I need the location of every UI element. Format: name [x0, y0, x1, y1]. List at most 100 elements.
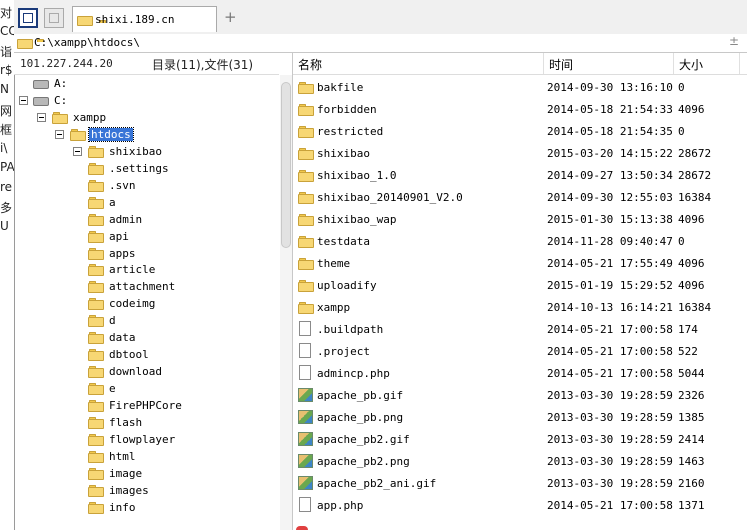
- strip-glyph: r$: [0, 62, 13, 77]
- file-size: 16384: [678, 191, 712, 204]
- tree-node[interactable]: flash: [14, 415, 279, 432]
- collapse-toggle-icon[interactable]: [55, 129, 64, 139]
- tree-node[interactable]: d: [14, 313, 279, 330]
- file-row[interactable]: shixibao_20140901_V2.0 2014-09-30 12:55:0…: [293, 186, 747, 208]
- file-row[interactable]: xampp 2014-10-13 16:14:21 16384: [293, 296, 747, 318]
- file-time: 2014-09-30 13:16:10: [547, 81, 673, 94]
- tree-node[interactable]: api: [14, 229, 279, 246]
- tree-node[interactable]: .settings: [14, 161, 279, 178]
- tree-node[interactable]: a: [14, 195, 279, 212]
- file-icon: [299, 343, 311, 358]
- image-file-icon: [298, 432, 313, 446]
- left-pane-header: 101.227.244.20 目录(11),文件(31): [14, 53, 279, 75]
- tree-node-label: a: [109, 195, 116, 209]
- grid-icon: [49, 13, 59, 23]
- tree-node[interactable]: dbtool: [14, 347, 279, 364]
- folder-icon: [88, 179, 104, 192]
- image-file-icon: [298, 476, 313, 490]
- tree-node[interactable]: FirePHPCore: [14, 398, 279, 415]
- file-row[interactable]: .buildpath 2014-05-21 17:00:58 174: [293, 318, 747, 340]
- tree-node-label: .settings: [109, 161, 169, 175]
- tree-node[interactable]: htdocs: [14, 126, 279, 144]
- collapse-toggle-icon[interactable]: [19, 95, 28, 105]
- file-name: apache_pb2.gif: [317, 433, 410, 446]
- tree-node[interactable]: attachment: [14, 279, 279, 296]
- folder-icon: [70, 128, 86, 141]
- file-row[interactable]: testdata 2014-11-28 09:40:47 0: [293, 230, 747, 252]
- view-toggle-button[interactable]: [44, 8, 64, 28]
- tree-node[interactable]: flowplayer: [14, 432, 279, 449]
- file-time: 2013-03-30 19:28:59: [547, 411, 673, 424]
- tree-node[interactable]: image: [14, 466, 279, 483]
- folder-icon: [298, 258, 314, 270]
- tree-node-label: api: [109, 229, 129, 243]
- tree-node[interactable]: images: [14, 483, 279, 500]
- collapse-toggle-icon[interactable]: [73, 146, 82, 156]
- folder-icon: [298, 302, 314, 314]
- file-name: admincp.php: [317, 367, 390, 380]
- column-name[interactable]: 名称: [298, 56, 322, 73]
- file-row[interactable]: forbidden 2014-05-18 21:54:33 4096: [293, 98, 747, 120]
- file-time: 2014-09-27 13:50:34: [547, 169, 673, 182]
- tree-node[interactable]: xampp: [14, 110, 279, 127]
- file-row[interactable]: uploadify 2015-01-19 15:29:52 4096: [293, 274, 747, 296]
- folder-icon: [298, 148, 314, 160]
- folder-icon: [17, 37, 44, 49]
- folder-icon: [88, 162, 104, 175]
- tree-scrollbar-thumb[interactable]: [281, 82, 291, 248]
- file-size: 1463: [678, 455, 705, 468]
- tree-node[interactable]: codeimg: [14, 296, 279, 313]
- new-tab-button[interactable]: +: [224, 8, 237, 26]
- file-name: apache_pb2_ani.gif: [317, 477, 437, 490]
- folder-icon: [298, 82, 314, 94]
- tree-node-label: admin: [109, 212, 143, 226]
- collapse-toggle-icon[interactable]: [37, 112, 46, 122]
- file-row[interactable]: shixibao_wap 2015-01-30 15:13:38 4096: [293, 208, 747, 230]
- tree-node[interactable]: admin: [14, 212, 279, 229]
- tree-node[interactable]: info: [14, 500, 279, 517]
- file-row[interactable]: .project 2014-05-21 17:00:58 522: [293, 340, 747, 362]
- file-row[interactable]: apache_pb2_ani.gif 2013-03-30 19:28:59 216…: [293, 472, 747, 494]
- tree-node-label: htdocs: [88, 126, 134, 142]
- file-size: 2414: [678, 433, 705, 446]
- address-bar[interactable]: C:\xampp\htdocs\ ±: [14, 34, 747, 53]
- file-row[interactable]: apache_pb.gif 2013-03-30 19:28:59 2326: [293, 384, 747, 406]
- address-menu-icon[interactable]: ±: [729, 34, 739, 48]
- file-row[interactable]: apache_pb2.gif 2013-03-30 19:28:59 2414: [293, 428, 747, 450]
- tab-active[interactable]: shixi.189.cn: [72, 6, 217, 32]
- file-name: shixibao_1.0: [317, 169, 397, 182]
- file-time: 2014-05-21 17:00:58: [547, 499, 673, 512]
- column-time[interactable]: 时间: [549, 56, 573, 73]
- tree-node[interactable]: apps: [14, 246, 279, 263]
- tree-node[interactable]: A:: [14, 76, 279, 93]
- file-name: xampp: [317, 301, 351, 314]
- tree-node-label: image: [109, 466, 143, 480]
- file-size: 522: [678, 345, 698, 358]
- tree-node[interactable]: .svn: [14, 178, 279, 195]
- tree-node[interactable]: article: [14, 262, 279, 279]
- tree-node[interactable]: e: [14, 381, 279, 398]
- folder-icon: [77, 14, 106, 26]
- file-row[interactable]: bakfile 2014-09-30 13:16:10 0: [293, 76, 747, 98]
- panel-toggle-button[interactable]: [18, 8, 38, 28]
- tree-node[interactable]: html: [14, 449, 279, 466]
- tree-node-label: dbtool: [109, 348, 149, 362]
- file-row[interactable]: admincp.php 2014-05-21 17:00:58 5044: [293, 362, 747, 384]
- file-row[interactable]: shixibao 2015-03-20 14:15:22 28672: [293, 142, 747, 164]
- tree-node[interactable]: shixibao: [14, 144, 279, 161]
- file-row[interactable]: apache_pb.png 2013-03-30 19:28:59 1385: [293, 406, 747, 428]
- file-row[interactable]: shixibao_1.0 2014-09-27 13:50:34 28672: [293, 164, 747, 186]
- file-row[interactable]: restricted 2014-05-18 21:54:35 0: [293, 120, 747, 142]
- file-row[interactable]: app.php 2014-05-21 17:00:58 1371: [293, 494, 747, 516]
- file-row[interactable]: theme 2014-05-21 17:55:49 4096: [293, 252, 747, 274]
- tree-node[interactable]: data: [14, 330, 279, 347]
- file-row[interactable]: apache_pb2.png 2013-03-30 19:28:59 1463: [293, 450, 747, 472]
- column-size[interactable]: 大小: [679, 56, 703, 73]
- file-time: 2013-03-30 19:28:59: [547, 455, 673, 468]
- file-list-header: 名称 时间 大小: [293, 53, 747, 75]
- tree-node[interactable]: C:: [14, 93, 279, 110]
- tree-node[interactable]: download: [14, 364, 279, 381]
- tree-node-label: d: [109, 314, 116, 328]
- file-size: 4096: [678, 279, 705, 292]
- folder-icon: [88, 383, 104, 396]
